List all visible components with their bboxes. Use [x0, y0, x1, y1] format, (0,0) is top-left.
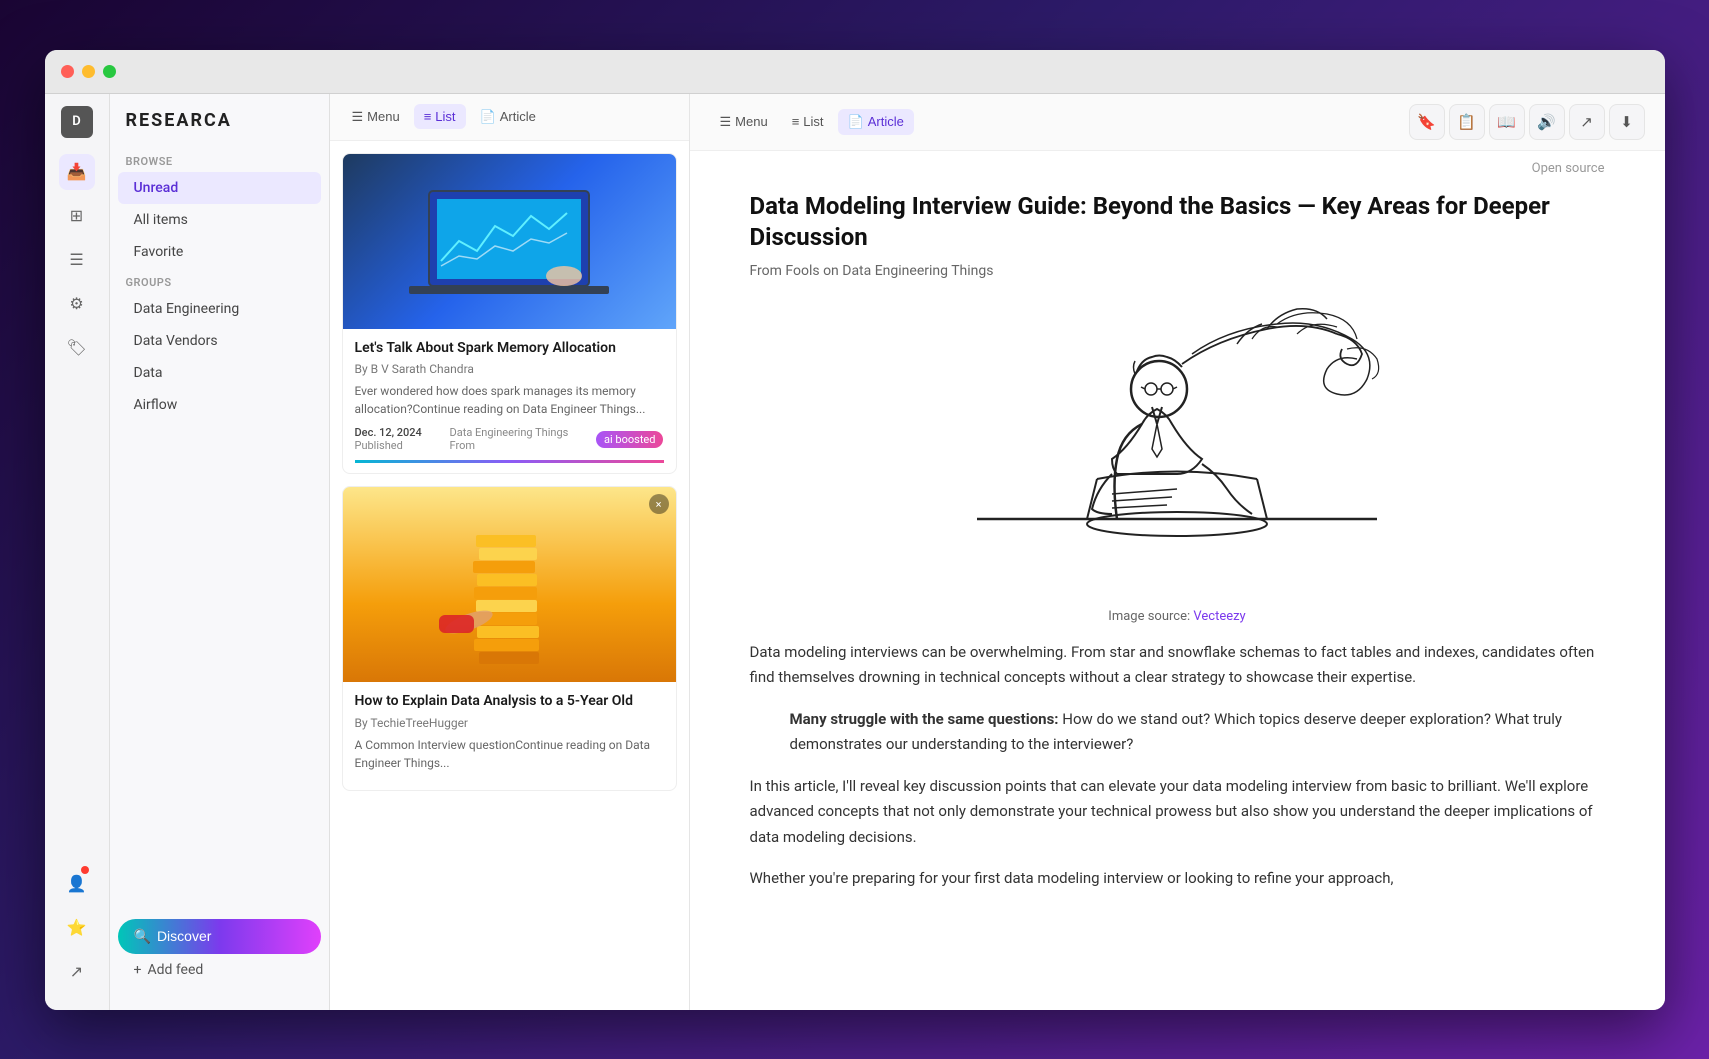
- article-meta-1: Dec. 12, 2024 Published Data Engineering…: [355, 426, 664, 452]
- sidebar-icon-export[interactable]: ↗: [59, 954, 95, 990]
- article-excerpt-2: A Common Interview questionContinue read…: [355, 736, 664, 772]
- sidebar-item-favorite[interactable]: Favorite: [118, 236, 321, 268]
- browse-section-label: BROWSE: [110, 147, 329, 172]
- logo-area: RESEARCA: [110, 110, 329, 147]
- reader-content: Open source Data Modeling Interview Guid…: [690, 151, 1665, 1010]
- progress-bar-1: [355, 460, 664, 463]
- add-feed-button[interactable]: + Add feed: [118, 954, 321, 986]
- sidebar-item-all-items[interactable]: All items: [118, 204, 321, 236]
- sidebar-item-data-vendors[interactable]: Data Vendors: [118, 325, 321, 357]
- download-button[interactable]: ⬇: [1609, 104, 1645, 140]
- article-date-1: Dec. 12, 2024: [355, 426, 422, 439]
- reader-source: From Fools on Data Engineering Things: [750, 263, 1605, 279]
- article-icon: 📄: [480, 109, 496, 125]
- maximize-button[interactable]: [103, 65, 116, 78]
- app-logo: RESEARCA: [126, 110, 313, 131]
- article-source-from-1: Data Engineering Things: [450, 426, 569, 439]
- menu-icon: ☰: [352, 109, 364, 125]
- search-icon: 🔍: [134, 928, 151, 945]
- article-thumbnail-1: [343, 154, 676, 329]
- nav-sidebar: RESEARCA BROWSE Unread All items Favorit…: [110, 94, 330, 1010]
- article-author-2: By TechieTreeHugger: [355, 716, 664, 730]
- menu-view-button[interactable]: ☰ Menu: [342, 104, 410, 130]
- image-source-link[interactable]: Vecteezy: [1193, 609, 1245, 624]
- speaker-button[interactable]: 🔊: [1529, 104, 1565, 140]
- article-card-1[interactable]: Let's Talk About Spark Memory Allocation…: [342, 153, 677, 475]
- panel-toolbar: ☰ Menu ≡ List 📄 Article: [330, 94, 689, 141]
- article-list: Let's Talk About Spark Memory Allocation…: [330, 141, 689, 1010]
- article-view-button[interactable]: 📄 Article: [470, 104, 546, 130]
- article-excerpt-1: Ever wondered how does spark manages its…: [355, 382, 664, 418]
- article-author-1: By B V Sarath Chandra: [355, 362, 664, 376]
- article-title-2: How to Explain Data Analysis to a 5-Year…: [355, 692, 664, 712]
- article-list-panel: ☰ Menu ≡ List 📄 Article: [330, 94, 690, 1010]
- avatar[interactable]: D: [61, 106, 93, 138]
- reader-paragraph-1: Data modeling interviews can be overwhel…: [750, 640, 1605, 691]
- list-icon: ≡: [424, 109, 432, 124]
- notification-dot: [81, 866, 89, 874]
- sidebar-icon-layers[interactable]: ⊞: [59, 198, 95, 234]
- reader-menu-button[interactable]: ☰ Menu: [710, 109, 778, 135]
- open-source-link[interactable]: Open source: [1532, 161, 1605, 176]
- reader-paragraph-3: Whether you're preparing for your first …: [750, 866, 1605, 892]
- list-view-button[interactable]: ≡ List: [414, 104, 466, 129]
- image-caption: Image source: Vecteezy: [750, 609, 1605, 624]
- article-status-1: Published: [355, 439, 422, 452]
- sidebar-item-data-engineering[interactable]: Data Engineering: [118, 293, 321, 325]
- share-button[interactable]: ↗: [1569, 104, 1605, 140]
- reader-title: Data Modeling Interview Guide: Beyond th…: [750, 191, 1605, 253]
- sidebar-icon-tag[interactable]: 🏷: [59, 330, 95, 366]
- minimize-button[interactable]: [82, 65, 95, 78]
- article-reader: ☰ Menu ≡ List 📄 Article 🔖 📋 📖 🔊 ↗: [690, 94, 1665, 1010]
- book-button[interactable]: 📖: [1489, 104, 1525, 140]
- bookmark-button[interactable]: 🔖: [1409, 104, 1445, 140]
- sidebar-item-data[interactable]: Data: [118, 357, 321, 389]
- plus-icon: +: [134, 962, 142, 978]
- sidebar-icon-list[interactable]: ☰: [59, 242, 95, 278]
- article-icon-reader: 📄: [848, 114, 864, 130]
- close-button[interactable]: [61, 65, 74, 78]
- reader-action-buttons: 🔖 📋 📖 🔊 ↗ ⬇: [1409, 104, 1645, 140]
- article-body-1: Let's Talk About Spark Memory Allocation…: [343, 329, 676, 474]
- sidebar-icon-inbox[interactable]: 📥: [59, 154, 95, 190]
- reader-article-button[interactable]: 📄 Article: [838, 109, 914, 135]
- article-title-1: Let's Talk About Spark Memory Allocation: [355, 339, 664, 359]
- list-icon-reader: ≡: [792, 114, 800, 129]
- sidebar-item-airflow[interactable]: Airflow: [118, 389, 321, 421]
- close-card-button[interactable]: ×: [649, 494, 669, 514]
- sidebar-icon-star[interactable]: ⭐: [59, 910, 95, 946]
- article-card-wrapper-2: ×: [342, 486, 677, 791]
- reader-list-button[interactable]: ≡ List: [782, 109, 834, 134]
- sidebar-icon-filter[interactable]: ⚙: [59, 286, 95, 322]
- document-button[interactable]: 📋: [1449, 104, 1485, 140]
- discover-button[interactable]: 🔍 Discover: [118, 919, 321, 954]
- ai-badge-1: ai boosted: [596, 431, 663, 448]
- groups-section-label: GROUPS: [110, 268, 329, 293]
- titlebar: [45, 50, 1665, 94]
- article-thumbnail-2: [343, 487, 676, 682]
- callout-bold: Many struggle with the same questions:: [790, 710, 1059, 728]
- reader-toolbar: ☰ Menu ≡ List 📄 Article 🔖 📋 📖 🔊 ↗: [690, 94, 1665, 151]
- article-source-label-1: From: [450, 439, 569, 452]
- sidebar-item-unread[interactable]: Unread: [118, 172, 321, 204]
- article-body-2: How to Explain Data Analysis to a 5-Year…: [343, 682, 676, 790]
- article-card-2[interactable]: How to Explain Data Analysis to a 5-Year…: [342, 486, 677, 791]
- sidebar-icon-settings[interactable]: 👤: [59, 866, 95, 902]
- reader-callout: Many struggle with the same questions: H…: [790, 707, 1565, 758]
- icon-sidebar: D 📥 ⊞ ☰ ⚙ 🏷 👤 ⭐ ↗: [45, 94, 110, 1010]
- reader-illustration: [750, 299, 1605, 589]
- menu-icon-reader: ☰: [720, 114, 732, 130]
- reader-paragraph-2: In this article, I'll reveal key discuss…: [750, 774, 1605, 851]
